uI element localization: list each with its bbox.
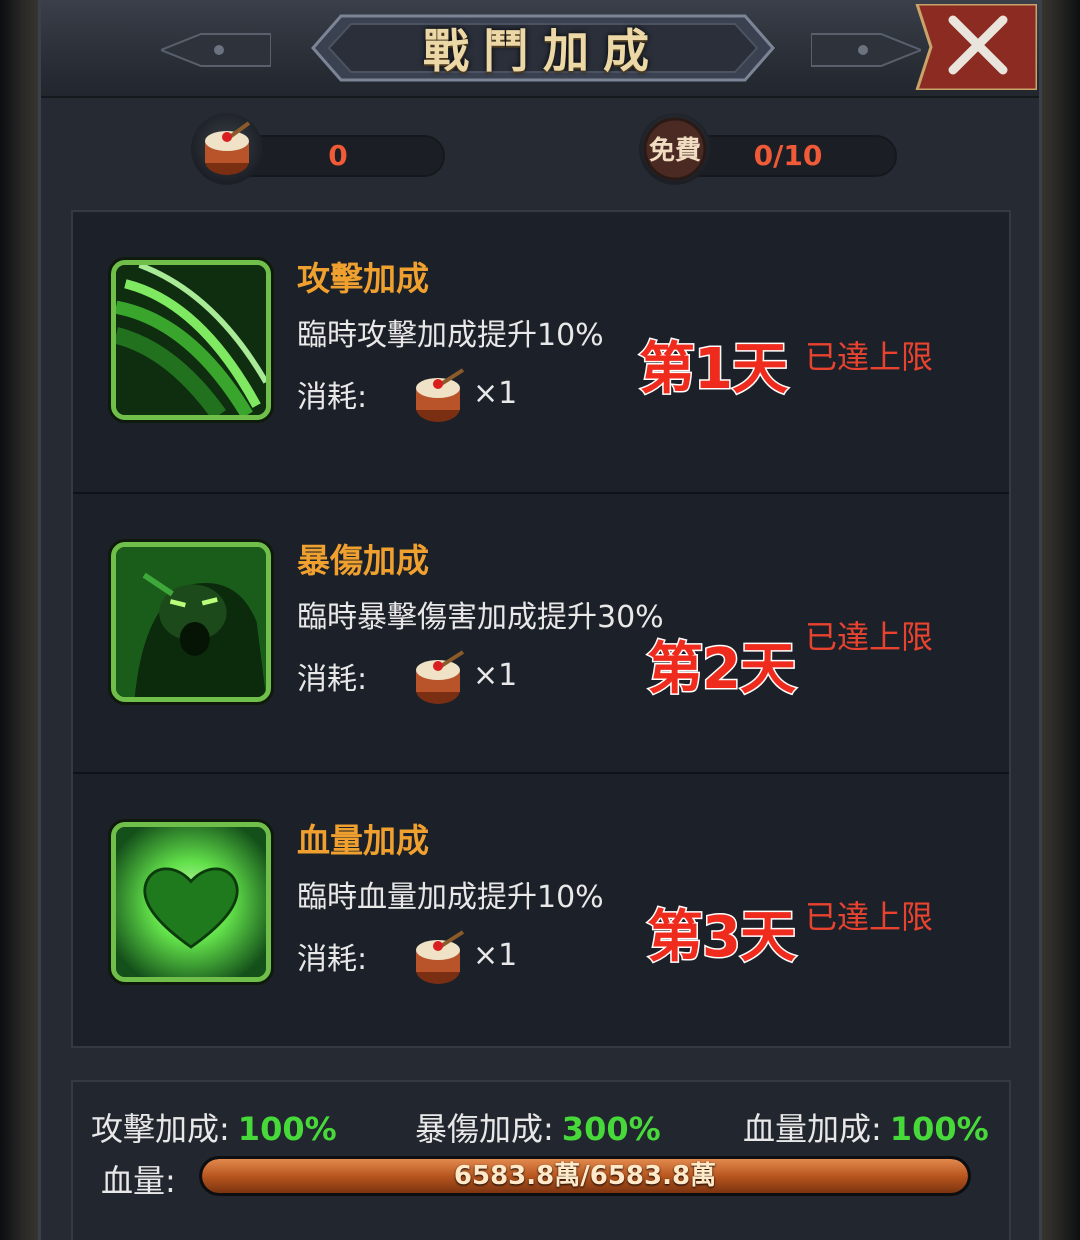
free-label: 免費 [649, 135, 701, 166]
attack-bonus-label: 攻擊加成: [91, 1110, 230, 1148]
hp-bar: 6583.8萬/6583.8萬 [199, 1156, 971, 1196]
green-roar-icon [111, 542, 271, 702]
drum-count: 0 [328, 139, 348, 172]
skill-row-attack[interactable]: 攻擊加成 臨時攻擊加成提升10% 消耗: ×1 第1天 已達上限 [73, 212, 1009, 490]
drum-currency: 0 [191, 113, 451, 185]
limit-status: 已達上限 [805, 338, 934, 376]
free-badge-icon: 免費 [639, 113, 711, 185]
skill-description: 臨時暴擊傷害加成提升30% [297, 600, 664, 635]
skill-description: 臨時攻擊加成提升10% [297, 318, 604, 353]
hp-bonus-label: 血量加成: [743, 1110, 882, 1148]
drum-icon [416, 930, 465, 984]
skill-name: 攻擊加成 [297, 259, 429, 298]
hp-bonus-value: 100% [889, 1110, 989, 1148]
crit-bonus-value: 300% [561, 1110, 661, 1148]
header-ornament-left-icon [161, 33, 271, 67]
cost-quantity: ×1 [473, 658, 518, 693]
hp-value: 6583.8萬/6583.8萬 [453, 1161, 717, 1191]
skill-row-crit[interactable]: 暴傷加成 臨時暴擊傷害加成提升30% 消耗: ×1 第2天 已達上限 [73, 492, 1009, 770]
hp-bonus-stat: 血量加成: 100% [743, 1104, 989, 1150]
day-annotation: 第1天 [638, 336, 790, 404]
skill-name: 暴傷加成 [297, 541, 429, 580]
skill-name: 血量加成 [297, 821, 429, 860]
crit-bonus-stat: 暴傷加成: 300% [415, 1104, 661, 1150]
skill-list: 攻擊加成 臨時攻擊加成提升10% 消耗: ×1 第1天 已達上限 暴傷加成 臨時… [71, 210, 1011, 1048]
bonus-summary: 攻擊加成: 100% 暴傷加成: 300% 血量加成: 100% 血量: 6583.8… [71, 1080, 1011, 1240]
battle-bonus-panel: 戰鬥加成 0 0/10 免費 攻擊加成 臨時攻擊加成提升10% 消耗: ×1 第… [38, 0, 1042, 1240]
skill-row-hp[interactable]: 血量加成 臨時血量加成提升10% 消耗: ×1 第3天 已達上限 [73, 772, 1009, 1050]
free-currency: 0/10 免費 [639, 113, 909, 185]
day-annotation: 第2天 [646, 636, 798, 704]
skill-description: 臨時血量加成提升10% [297, 880, 604, 915]
cost-label: 消耗: [297, 662, 368, 697]
limit-status: 已達上限 [805, 898, 934, 936]
background-right [1038, 0, 1080, 1240]
background-left [0, 0, 40, 1240]
green-heart-icon [111, 822, 271, 982]
page-title: 戰鬥加成 [423, 24, 663, 78]
drum-icon [416, 650, 465, 704]
drum-icon [191, 113, 263, 185]
attack-bonus-stat: 攻擊加成: 100% [91, 1104, 337, 1150]
cost-quantity: ×1 [473, 938, 518, 973]
free-count: 0/10 [753, 139, 823, 172]
hp-label: 血量: [101, 1162, 176, 1200]
limit-status: 已達上限 [805, 618, 934, 656]
attack-bonus-value: 100% [237, 1110, 337, 1148]
day-annotation: 第3天 [646, 904, 798, 972]
cost-label: 消耗: [297, 942, 368, 977]
close-button[interactable] [903, 4, 1037, 90]
crit-bonus-label: 暴傷加成: [415, 1110, 554, 1148]
cost-label: 消耗: [297, 380, 368, 415]
panel-header: 戰鬥加成 [41, 0, 1039, 98]
green-slash-icon [111, 260, 271, 420]
drum-icon [416, 368, 465, 422]
cost-quantity: ×1 [473, 376, 518, 411]
